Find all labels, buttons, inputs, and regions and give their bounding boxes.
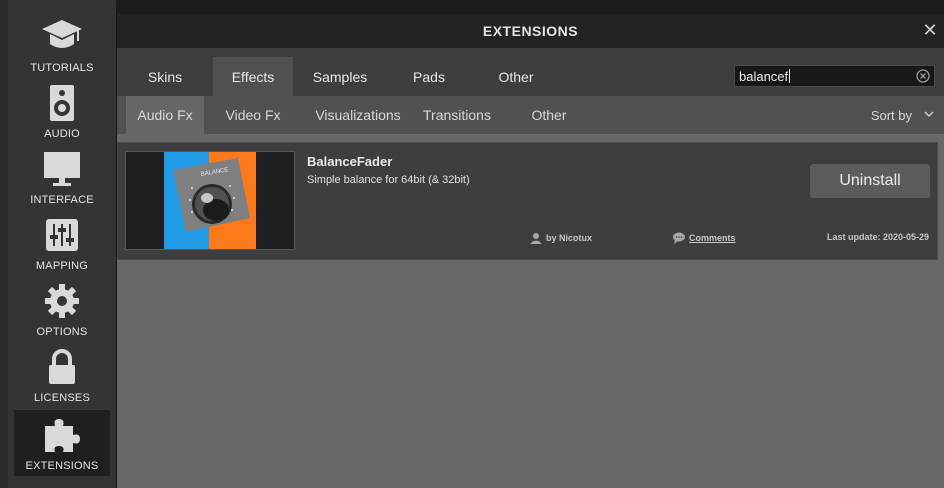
sort-by-label: Sort by bbox=[870, 107, 912, 123]
sidebar-item-label: AUDIO bbox=[44, 128, 80, 140]
tab-audio-fx[interactable]: Audio Fx bbox=[126, 96, 204, 134]
extension-thumbnail: BALANCE bbox=[125, 151, 295, 250]
comments-label: Comments bbox=[689, 233, 736, 243]
sidebar-item-label: MAPPING bbox=[35, 260, 89, 272]
search-input[interactable]: balancef bbox=[734, 65, 935, 87]
sidebar-item-licenses[interactable]: LICENSES bbox=[14, 342, 110, 408]
app-root: TUTORIALS AUDIO INTERFACE MAPPING OPTION… bbox=[0, 0, 944, 488]
last-update: Last update: 2020-05-29 bbox=[826, 232, 929, 242]
sidebar-item-mapping[interactable]: MAPPING bbox=[14, 210, 110, 276]
clear-search-icon[interactable] bbox=[916, 69, 930, 83]
graduation-cap-icon bbox=[40, 16, 84, 58]
window-titlebar: EXTENSIONS ✕ bbox=[117, 14, 944, 48]
sidebar-item-partial bbox=[14, 478, 110, 488]
extensions-panel: EXTENSIONS ✕ Skins Effects Samples Pads … bbox=[117, 14, 944, 488]
tab-skins[interactable]: Skins bbox=[127, 57, 203, 96]
settings-sidebar: TUTORIALS AUDIO INTERFACE MAPPING OPTION… bbox=[8, 0, 116, 488]
sidebar-item-options[interactable]: OPTIONS bbox=[14, 276, 110, 342]
tab-effects[interactable]: Effects bbox=[213, 57, 293, 96]
comment-bubble-icon bbox=[673, 232, 685, 244]
uninstall-button[interactable]: Uninstall bbox=[810, 164, 930, 198]
page-title: EXTENSIONS bbox=[482, 23, 579, 39]
user-icon bbox=[530, 232, 542, 244]
background-left-edge bbox=[0, 0, 8, 488]
extension-name: BalanceFader bbox=[307, 154, 393, 169]
puzzle-icon bbox=[40, 414, 84, 456]
sidebar-item-label: INTERFACE bbox=[30, 194, 94, 206]
tab-pads[interactable]: Pads bbox=[397, 57, 461, 96]
search-value: balancef bbox=[739, 68, 789, 84]
extension-description: Simple balance for 64bit (& 32bit) bbox=[307, 174, 470, 186]
sidebar-item-extensions[interactable]: EXTENSIONS bbox=[14, 410, 110, 476]
tab-samples[interactable]: Samples bbox=[303, 57, 377, 96]
text-caret bbox=[789, 69, 791, 83]
subcategory-tabs: Audio Fx Video Fx Visualizations Transit… bbox=[117, 96, 944, 134]
chevron-down-icon bbox=[924, 110, 934, 121]
tab-video-fx[interactable]: Video Fx bbox=[217, 96, 289, 134]
speaker-icon bbox=[40, 82, 84, 124]
sidebar-item-label: LICENSES bbox=[33, 392, 90, 404]
sliders-icon bbox=[40, 214, 84, 256]
comments-link[interactable]: Comments bbox=[673, 232, 736, 244]
tab-other-sub[interactable]: Other bbox=[521, 96, 577, 134]
sidebar-item-label: OPTIONS bbox=[36, 326, 88, 338]
close-icon[interactable]: ✕ bbox=[922, 21, 938, 39]
sidebar-item-label: TUTORIALS bbox=[30, 62, 94, 74]
monitor-icon bbox=[40, 148, 84, 190]
lock-icon bbox=[40, 346, 84, 388]
extension-author: by Nicotux bbox=[530, 232, 592, 244]
sort-by-dropdown[interactable]: Sort by bbox=[871, 96, 934, 134]
sidebar-item-label: EXTENSIONS bbox=[25, 460, 99, 472]
gear-icon bbox=[40, 280, 84, 322]
tab-transitions[interactable]: Transitions bbox=[417, 96, 497, 134]
broadcast-icon bbox=[40, 480, 84, 488]
list-item[interactable]: BALANCE BalanceFader Simple balance for … bbox=[117, 142, 938, 260]
author-label: by Nicotux bbox=[546, 233, 593, 243]
sidebar-item-audio[interactable]: AUDIO bbox=[14, 78, 110, 144]
background-app-strip bbox=[0, 0, 944, 14]
sidebar-item-interface[interactable]: INTERFACE bbox=[14, 144, 110, 210]
tab-visualizations[interactable]: Visualizations bbox=[303, 96, 413, 134]
extensions-list: BALANCE BalanceFader Simple balance for … bbox=[117, 134, 944, 488]
tab-other[interactable]: Other bbox=[483, 57, 549, 96]
sidebar-item-tutorials[interactable]: TUTORIALS bbox=[14, 12, 110, 78]
